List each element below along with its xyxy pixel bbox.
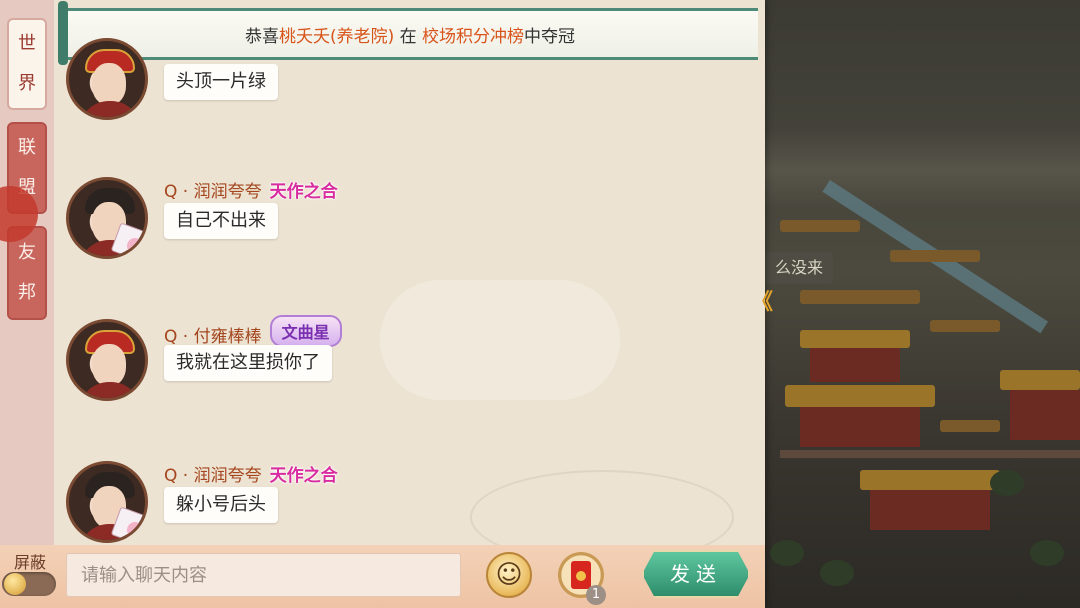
tab-friendly-char-2: 邦 [18, 282, 36, 303]
chat-input[interactable] [66, 553, 461, 597]
player-title-badge: 天作之合 [269, 182, 338, 202]
channel-tabs: 世 界 联 盟 友 邦 [0, 0, 54, 545]
player-avatar[interactable] [66, 177, 148, 259]
announcement-prefix: 恭喜 [244, 26, 279, 47]
message-bubble: 自己不出来 [164, 203, 278, 239]
red-packet-count-badge: 1 [586, 585, 606, 605]
player-name[interactable]: Q · 润润夸夸 [164, 466, 262, 486]
player-title-badge: 文曲星 [269, 315, 342, 347]
background-chat-bubble: 么没来 [765, 252, 834, 284]
collapse-panel-button[interactable]: 《 [751, 282, 774, 318]
message-bubble: 躲小号后头 [164, 487, 278, 523]
player-name-row: Q · 润润夸夸 天作之合 [164, 177, 338, 202]
emoji-button[interactable]: ☺ [486, 552, 532, 598]
player-avatar[interactable] [66, 461, 148, 543]
toggle-knob-icon [4, 573, 26, 595]
announcement-middle: 在 [394, 26, 423, 47]
message-bubble: 头顶一片绿 [164, 64, 278, 100]
red-packet-icon [571, 561, 591, 589]
announcement-player[interactable]: 桃夭夭(养老院) [279, 22, 394, 47]
player-name[interactable]: Q · 付雍棒棒 [164, 327, 262, 347]
flower-icon [127, 238, 143, 254]
player-avatar[interactable] [66, 38, 148, 120]
chevron-left-icon: 《 [751, 290, 774, 315]
smiley-icon: ☺ [495, 560, 523, 590]
announcement-suffix: 中夺冠 [524, 26, 576, 47]
mute-toggle[interactable] [2, 572, 56, 596]
flower-icon [127, 522, 143, 538]
chat-panel: 世 界 联 盟 友 邦 恭喜 桃夭夭(养老院) 在 校场积分冲榜 中夺冠 头顶一… [0, 0, 765, 608]
player-avatar[interactable] [66, 319, 148, 401]
send-button[interactable]: 发送 [642, 550, 750, 598]
scroll-rod-icon [58, 1, 68, 65]
announcement-banner: 恭喜 桃夭夭(养老院) 在 校场积分冲榜 中夺冠 [58, 1, 758, 65]
palace-background [740, 0, 1080, 608]
tab-world[interactable]: 世 界 [7, 18, 47, 110]
chat-input-bar: 屏蔽 ☺ 发送 [0, 545, 765, 608]
message-bubble: 我就在这里损你了 [164, 345, 332, 381]
tab-world-char-2: 界 [18, 73, 36, 94]
player-name[interactable]: Q · 润润夸夸 [164, 182, 262, 202]
announcement-event[interactable]: 校场积分冲榜 [422, 22, 524, 47]
tab-alliance-char-1: 联 [18, 137, 36, 158]
player-title-badge: 天作之合 [269, 466, 338, 486]
mute-label: 屏蔽 [14, 553, 47, 572]
tab-world-char-1: 世 [18, 33, 36, 54]
player-name-row: Q · 润润夸夸 天作之合 [164, 461, 338, 486]
